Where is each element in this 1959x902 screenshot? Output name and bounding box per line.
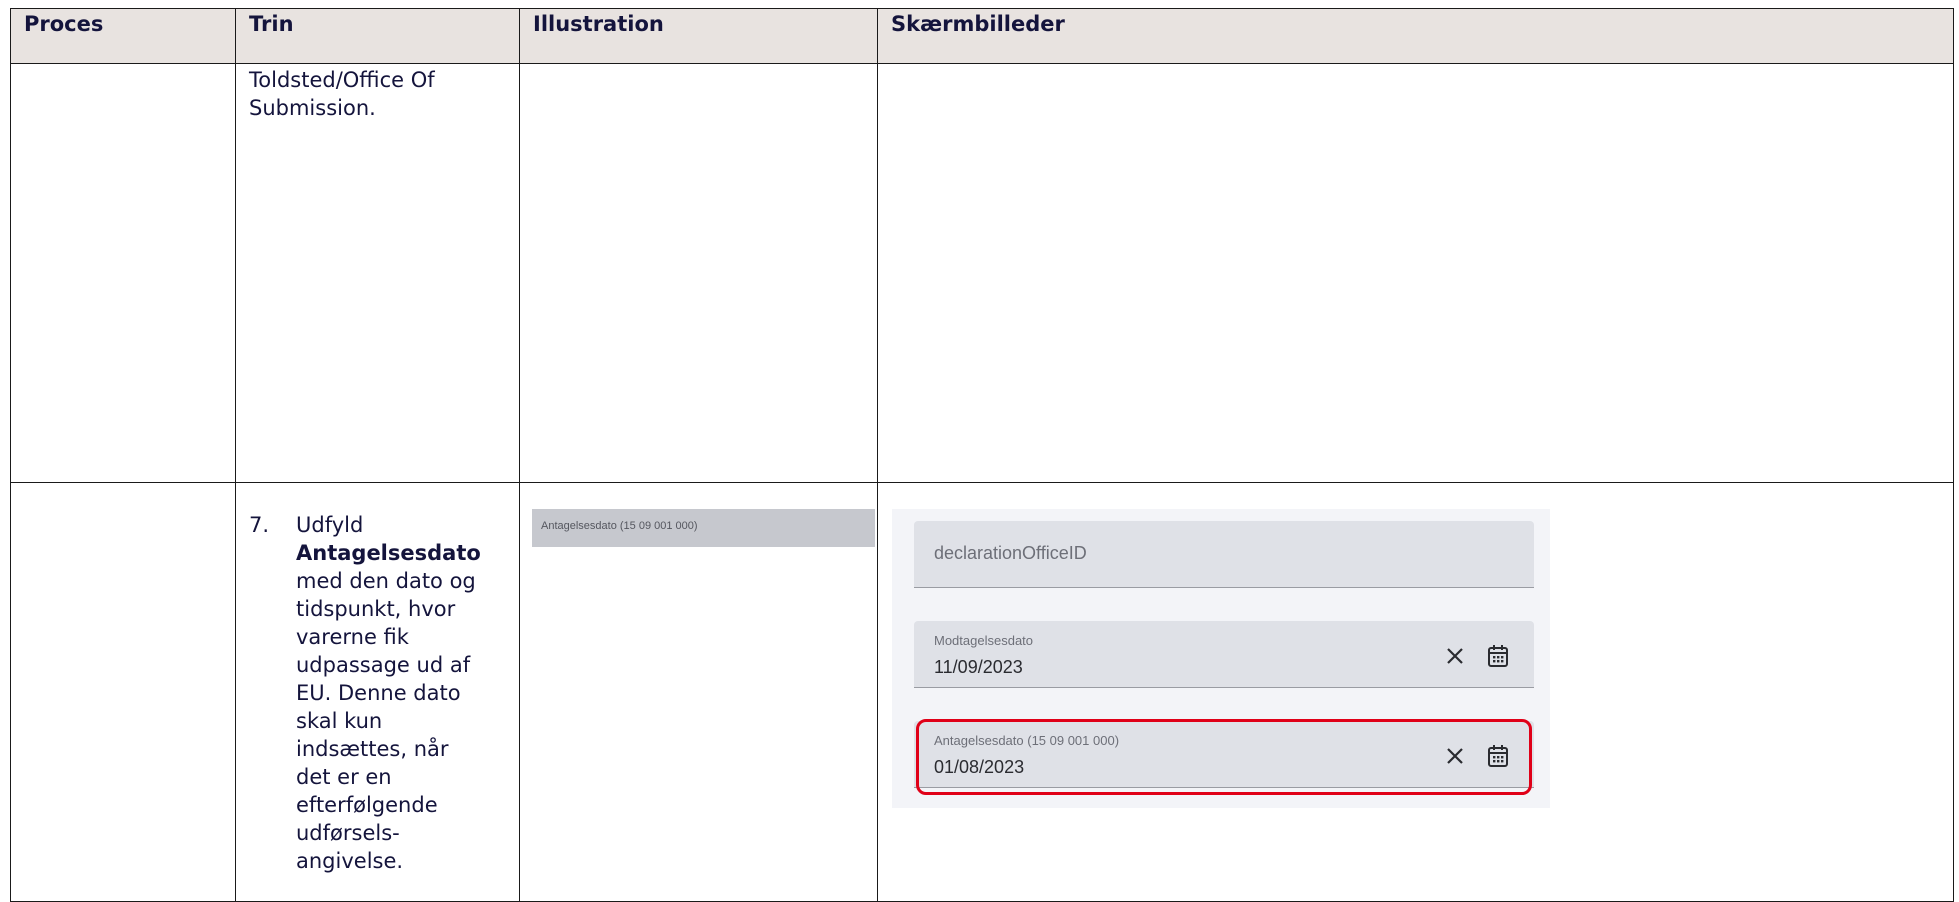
step-number: 7.	[249, 513, 270, 537]
declaration-office-placeholder: declarationOfficeID	[934, 543, 1087, 563]
header-proces: Proces	[10, 8, 236, 64]
antagelsesdato-label: Antagelsesdato (15 09 001 000)	[934, 733, 1120, 748]
illustration-label: Antagelsesdato (15 09 001 000)	[541, 520, 698, 532]
table-row: Toldsted/Office Of Submission.	[10, 63, 1954, 483]
header-illustration: Illustration	[519, 8, 878, 64]
proces-cell	[10, 63, 236, 483]
modtagelsesdato-field[interactable]: Modtagelsesdato 11/09/2023	[914, 621, 1534, 688]
table-row: 7. Udfyld Antagelsesdato med den dato og…	[10, 482, 1954, 902]
step-prefix: Udfyld	[296, 513, 364, 537]
illustration-cell	[519, 63, 878, 483]
antagelsesdato-value: 01/08/2023	[934, 757, 1025, 777]
header-trin: Trin	[235, 8, 520, 64]
illustration-image: Antagelsesdato (15 09 001 000)	[532, 509, 875, 547]
close-icon[interactable]	[1444, 645, 1466, 667]
modtagelsesdato-value: 11/09/2023	[934, 657, 1023, 677]
step-body: Udfyld Antagelsesdato med den dato og ti…	[296, 511, 486, 875]
step-field-name: Antagelsesdato	[296, 541, 481, 565]
screenshot-cell: declarationOfficeID Modtagelsesdato 11/0…	[877, 482, 1954, 902]
header-row: Proces Trin Illustration Skærmbilleder	[10, 8, 1954, 64]
trin-cell: 7. Udfyld Antagelsesdato med den dato og…	[235, 482, 520, 902]
screenshot-cell	[877, 63, 1954, 483]
screenshot-image: declarationOfficeID Modtagelsesdato 11/0…	[892, 509, 1550, 808]
step-text: Toldsted/Office Of Submission.	[249, 68, 435, 120]
step-item: 7. Udfyld Antagelsesdato med den dato og…	[236, 483, 519, 875]
modtagelsesdato-label: Modtagelsesdato	[934, 633, 1034, 648]
calendar-icon[interactable]	[1486, 643, 1510, 669]
step-description: med den dato og tidspunkt, hvor varerne …	[296, 569, 476, 873]
trin-cell: Toldsted/Office Of Submission.	[235, 63, 520, 483]
process-table: Proces Trin Illustration Skærmbilleder T…	[10, 8, 1954, 902]
declaration-office-field[interactable]: declarationOfficeID	[914, 521, 1534, 588]
proces-cell	[10, 482, 236, 902]
antagelsesdato-field[interactable]: Antagelsesdato (15 09 001 000) 01/08/202…	[914, 721, 1534, 788]
close-icon[interactable]	[1444, 745, 1466, 767]
header-skaermbilleder: Skærmbilleder	[877, 8, 1954, 64]
calendar-icon[interactable]	[1486, 743, 1510, 769]
illustration-cell: Antagelsesdato (15 09 001 000)	[519, 482, 878, 902]
